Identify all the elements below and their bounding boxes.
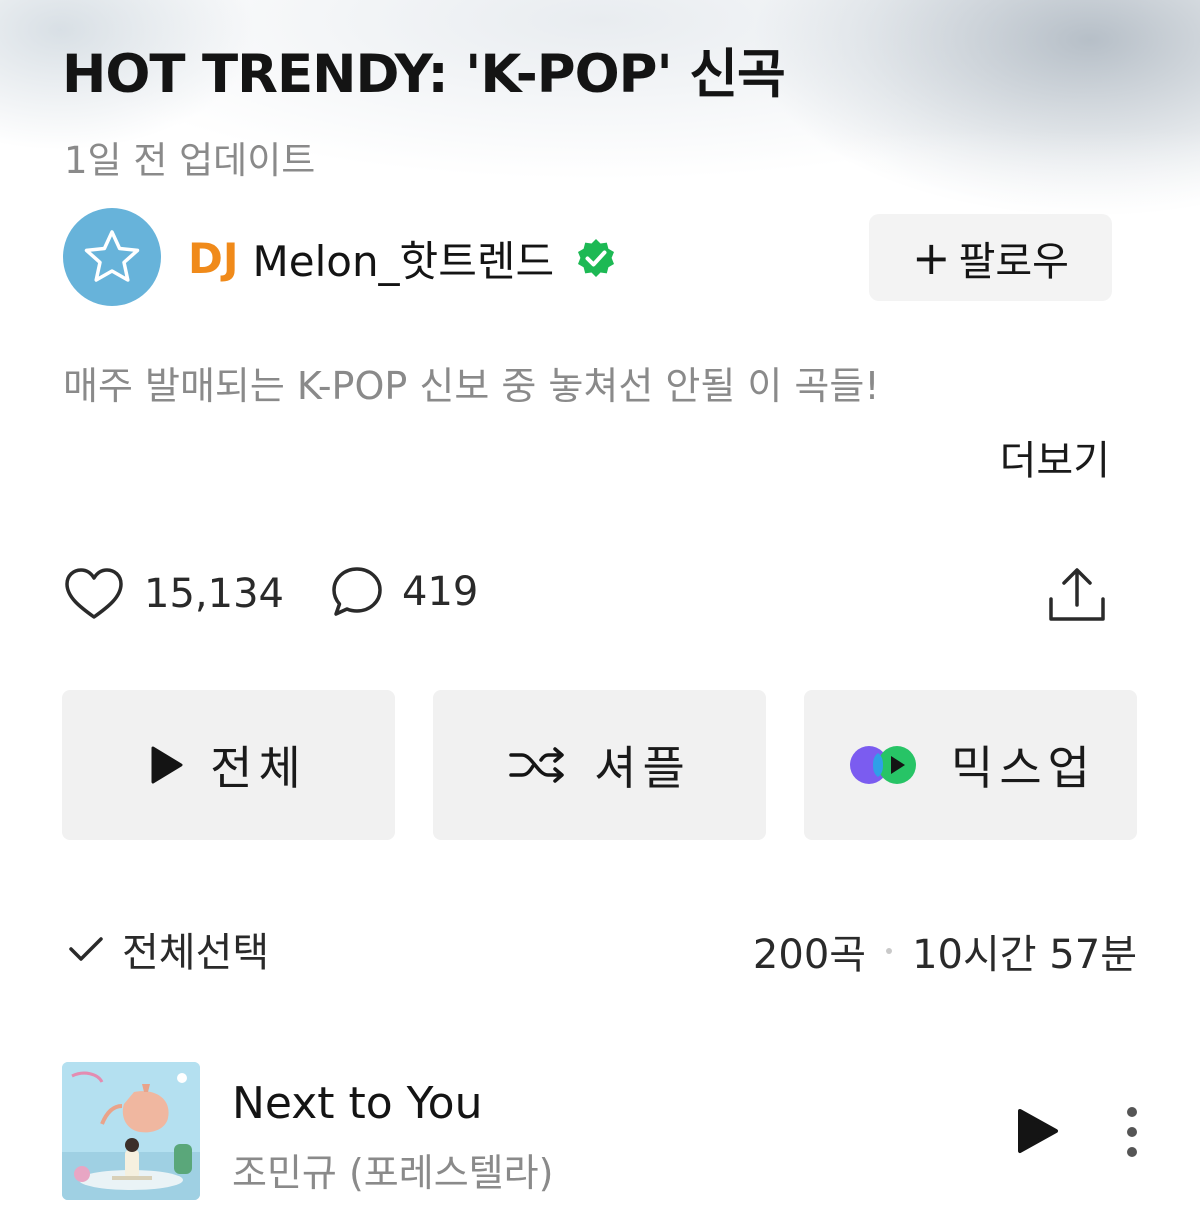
dj-info[interactable]: DJ Melon_핫트렌드 [188,228,618,289]
dj-avatar[interactable] [63,208,161,306]
playlist-description: 매주 발매되는 K-POP 신보 중 놓쳐선 안될 이 곡들! [63,364,880,408]
comment-count: 419 [402,569,479,615]
shuffle-label: 셔플 [594,741,691,795]
share-icon[interactable] [1046,565,1108,625]
verified-badge-icon [578,238,615,277]
dj-prefix: DJ [188,234,239,283]
like-count: 15,134 [144,571,284,617]
comment-button[interactable]: 419 [330,565,478,619]
total-duration: 10시간 57분 [912,932,1137,978]
star-icon [84,230,140,282]
dj-name: Melon_핫트렌드 [252,237,555,286]
select-all-button[interactable]: 전체선택 [68,920,269,978]
follow-label: 팔로우 [958,238,1069,285]
shuffle-button[interactable]: 셔플 [433,690,766,840]
mixup-icon [850,746,917,784]
mixup-button[interactable]: 믹스업 [804,690,1137,840]
separator-dot [886,948,893,954]
select-all-label: 전체선택 [122,930,270,976]
list-item[interactable]: Next to You 조민규 (포레스텔라) [62,1062,1162,1202]
follow-button[interactable]: + 팔로우 [869,214,1112,301]
list-summary: 200곡 10시간 57분 [753,922,1137,980]
album-art-image [62,1062,200,1200]
updated-time: 1일 전 업데이트 [64,139,316,182]
heart-icon [65,568,123,619]
like-button[interactable]: 15,134 [62,565,284,623]
more-options-icon[interactable] [1120,1106,1144,1158]
more-button[interactable]: 더보기 [1000,428,1110,486]
track-title: Next to You [232,1078,483,1129]
comment-icon [332,567,382,616]
play-all-label: 전체 [210,741,307,795]
play-icon[interactable] [1012,1106,1062,1156]
song-count: 200곡 [752,932,867,978]
play-icon [151,746,183,784]
play-all-button[interactable]: 전체 [62,690,395,840]
playlist-title: HOT TRENDY: 'K-POP' 신곡 [62,44,786,105]
mixup-label: 믹스업 [951,741,1096,795]
shuffle-icon [509,747,564,783]
plus-icon: + [912,230,951,285]
album-art[interactable] [62,1062,200,1200]
track-artist: 조민규 (포레스텔라) [232,1151,554,1195]
check-icon [69,937,103,961]
